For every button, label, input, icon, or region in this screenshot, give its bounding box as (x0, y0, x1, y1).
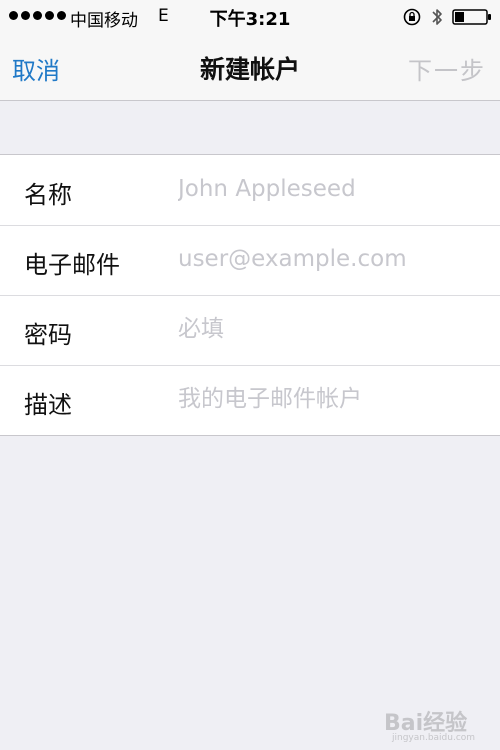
email-field[interactable] (178, 239, 478, 279)
next-button[interactable]: 下一步 (408, 51, 486, 86)
description-field[interactable] (178, 379, 478, 419)
status-bar: 中国移动 E 下午3:21 (0, 0, 500, 34)
form-row-name: 名称 (0, 155, 500, 225)
baidu-jingyan-watermark: Bai经验 jingyan.baidu.com (384, 697, 494, 745)
email-label: 电子邮件 (24, 251, 120, 279)
form-row-password: 密码 (0, 295, 500, 365)
watermark-url: jingyan.baidu.com (392, 733, 476, 743)
form-row-description: 描述 (0, 365, 500, 435)
status-time: 下午3:21 (209, 9, 291, 30)
form-row-email: 电子邮件 (0, 225, 500, 295)
battery-icon (452, 9, 491, 25)
name-label: 名称 (24, 181, 72, 209)
rotation-lock-icon (403, 8, 421, 26)
password-field[interactable] (178, 309, 478, 349)
password-label: 密码 (24, 321, 72, 349)
bluetooth-icon (432, 9, 442, 25)
description-label: 描述 (24, 391, 72, 419)
cancel-button[interactable]: 取消 (12, 51, 60, 86)
name-field[interactable] (178, 169, 478, 209)
navigation-bar: 取消 新建帐户 下一步 (0, 34, 500, 101)
account-form: 名称 电子邮件 密码 描述 (0, 154, 500, 436)
